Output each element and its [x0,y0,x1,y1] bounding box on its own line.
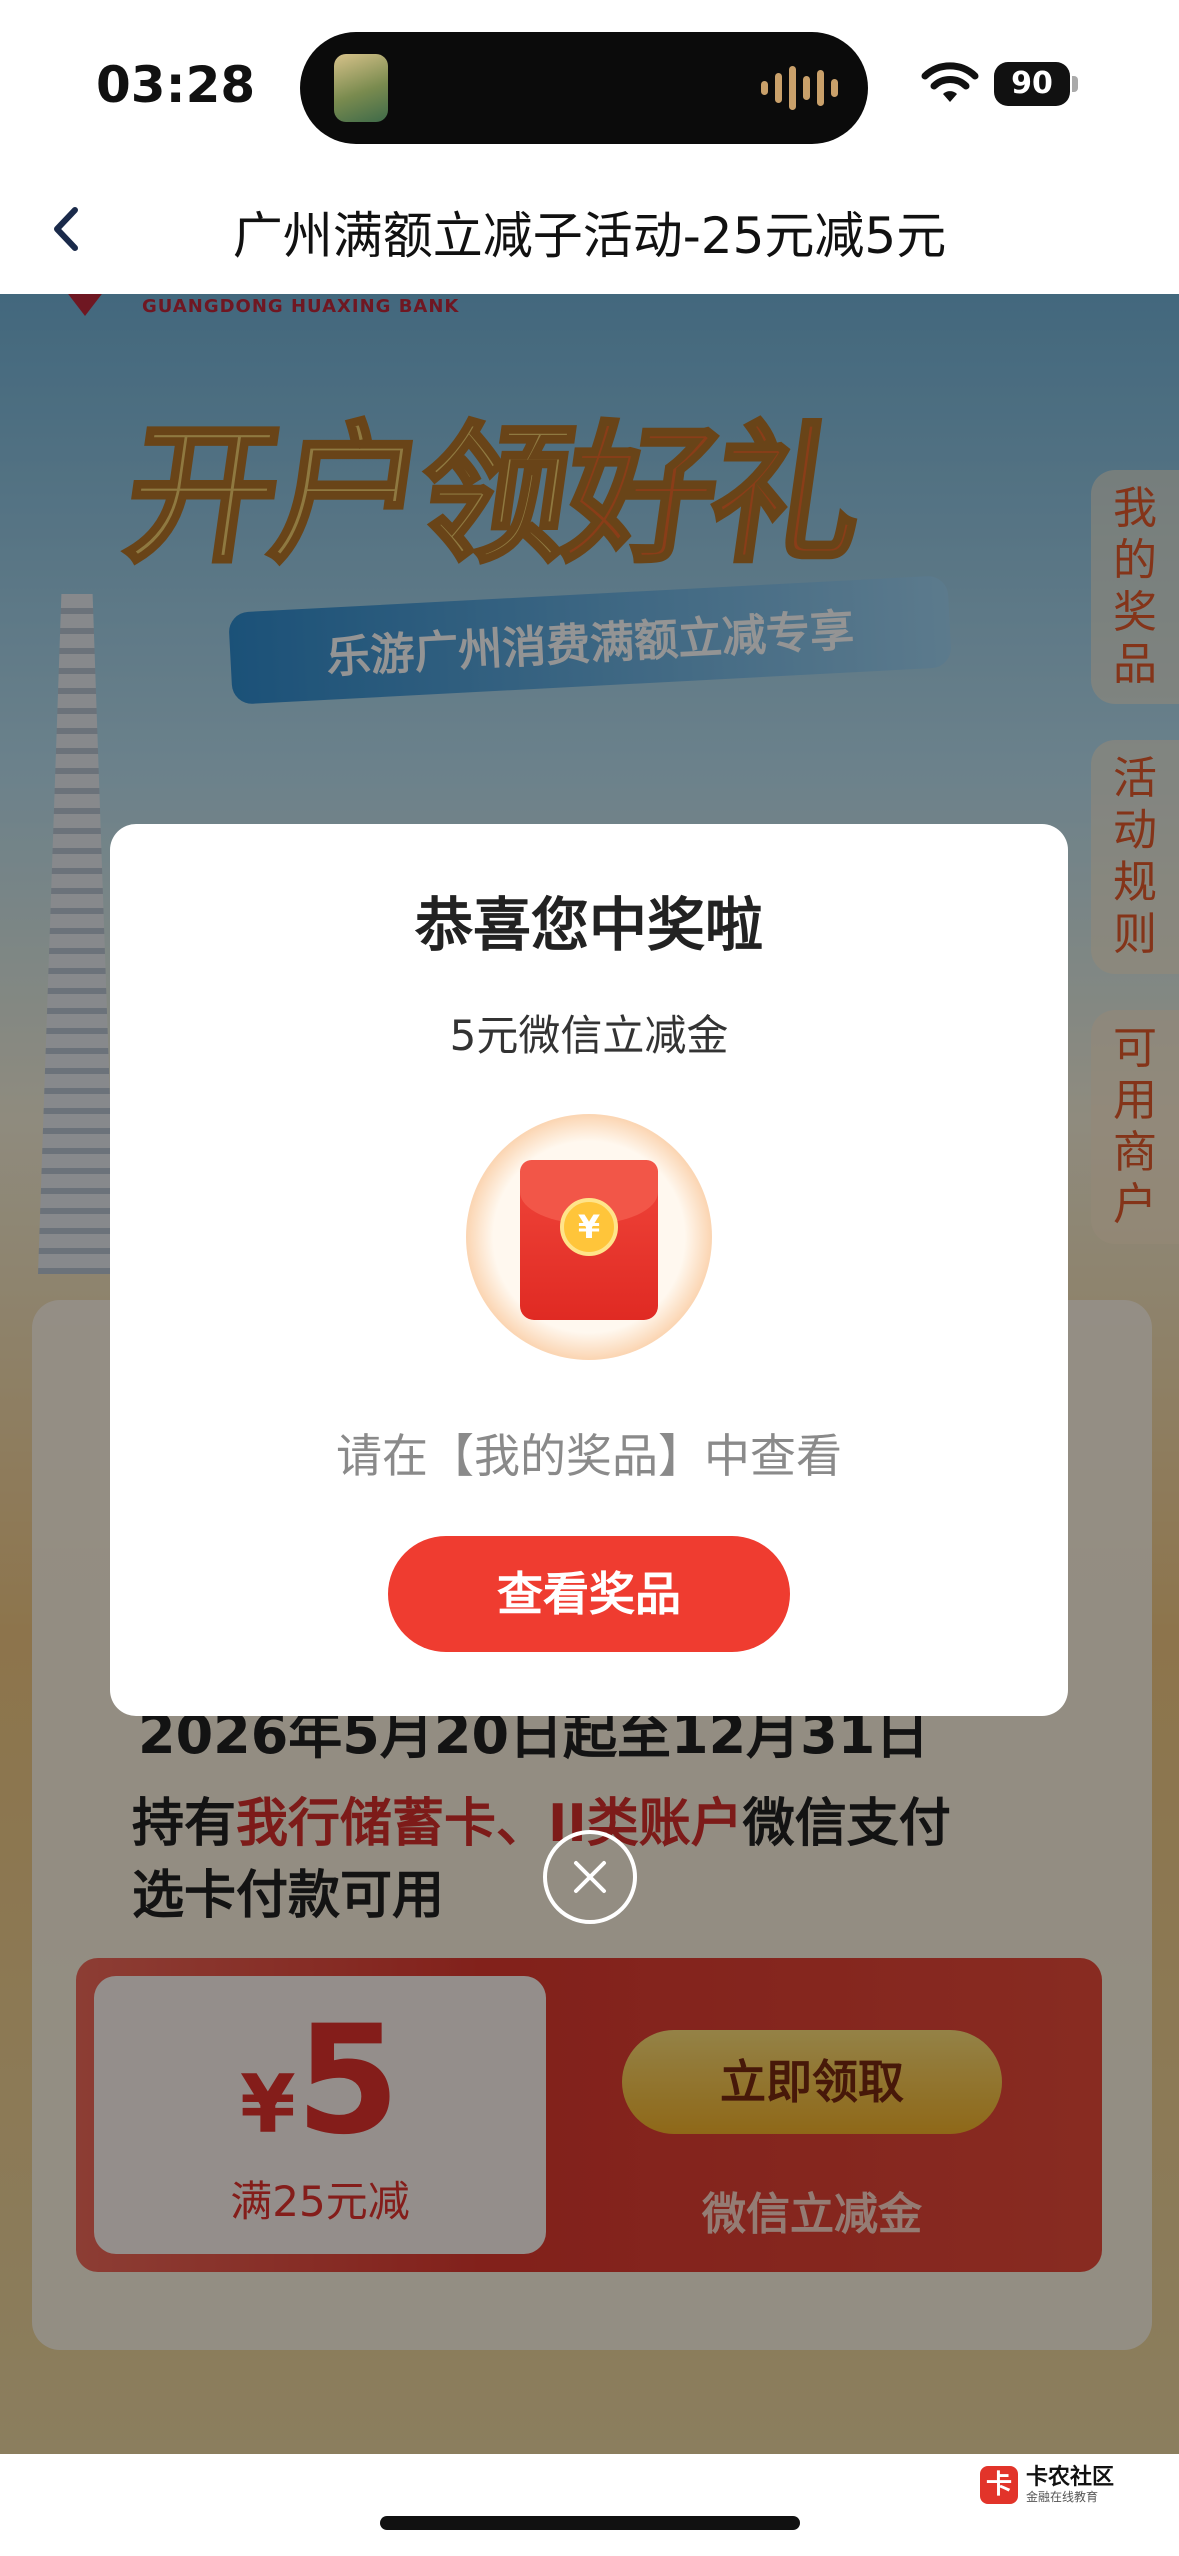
close-modal-button[interactable] [543,1830,637,1924]
home-indicator[interactable] [380,2516,800,2530]
modal-title: 恭喜您中奖啦 [414,891,763,959]
dynamic-island [300,32,868,144]
status-time: 03:28 [96,56,256,114]
back-button[interactable] [36,194,96,264]
audio-waveform-icon [761,66,838,110]
wifi-icon [921,62,979,102]
watermark: 卡 卡农社区 金融在线教育 [980,2466,1114,2504]
close-icon [574,1861,606,1893]
page-title: 广州满额立减子活动-25元减5元 [232,207,947,265]
battery-icon: 90 [994,62,1070,106]
watermark-sub: 金融在线教育 [1026,2490,1099,2504]
watermark-name: 卡农社区 [1026,2465,1115,2490]
view-prize-button[interactable]: 查看奖品 [388,1536,790,1652]
chevron-left-icon [54,207,78,251]
now-playing-app-icon [334,54,388,122]
red-envelope-badge: ¥ [466,1114,712,1360]
status-bar: 03:28 90 [0,0,1179,170]
modal-prize-name: 5元微信立减金 [449,1011,729,1060]
yuan-coin-icon: ¥ [560,1198,618,1256]
watermark-text: 卡农社区 金融在线教育 [1026,2465,1115,2505]
watermark-logo-icon: 卡 [980,2466,1018,2504]
red-envelope-icon: ¥ [520,1160,658,1320]
navigation-bar: 广州满额立减子活动-25元减5元 [0,170,1179,294]
battery-tip [1072,76,1078,92]
prize-modal: 恭喜您中奖啦 5元微信立减金 ¥ 请在【我的奖品】中查看 查看奖品 [110,824,1068,1716]
modal-hint: 请在【我的奖品】中查看 [336,1429,842,1483]
